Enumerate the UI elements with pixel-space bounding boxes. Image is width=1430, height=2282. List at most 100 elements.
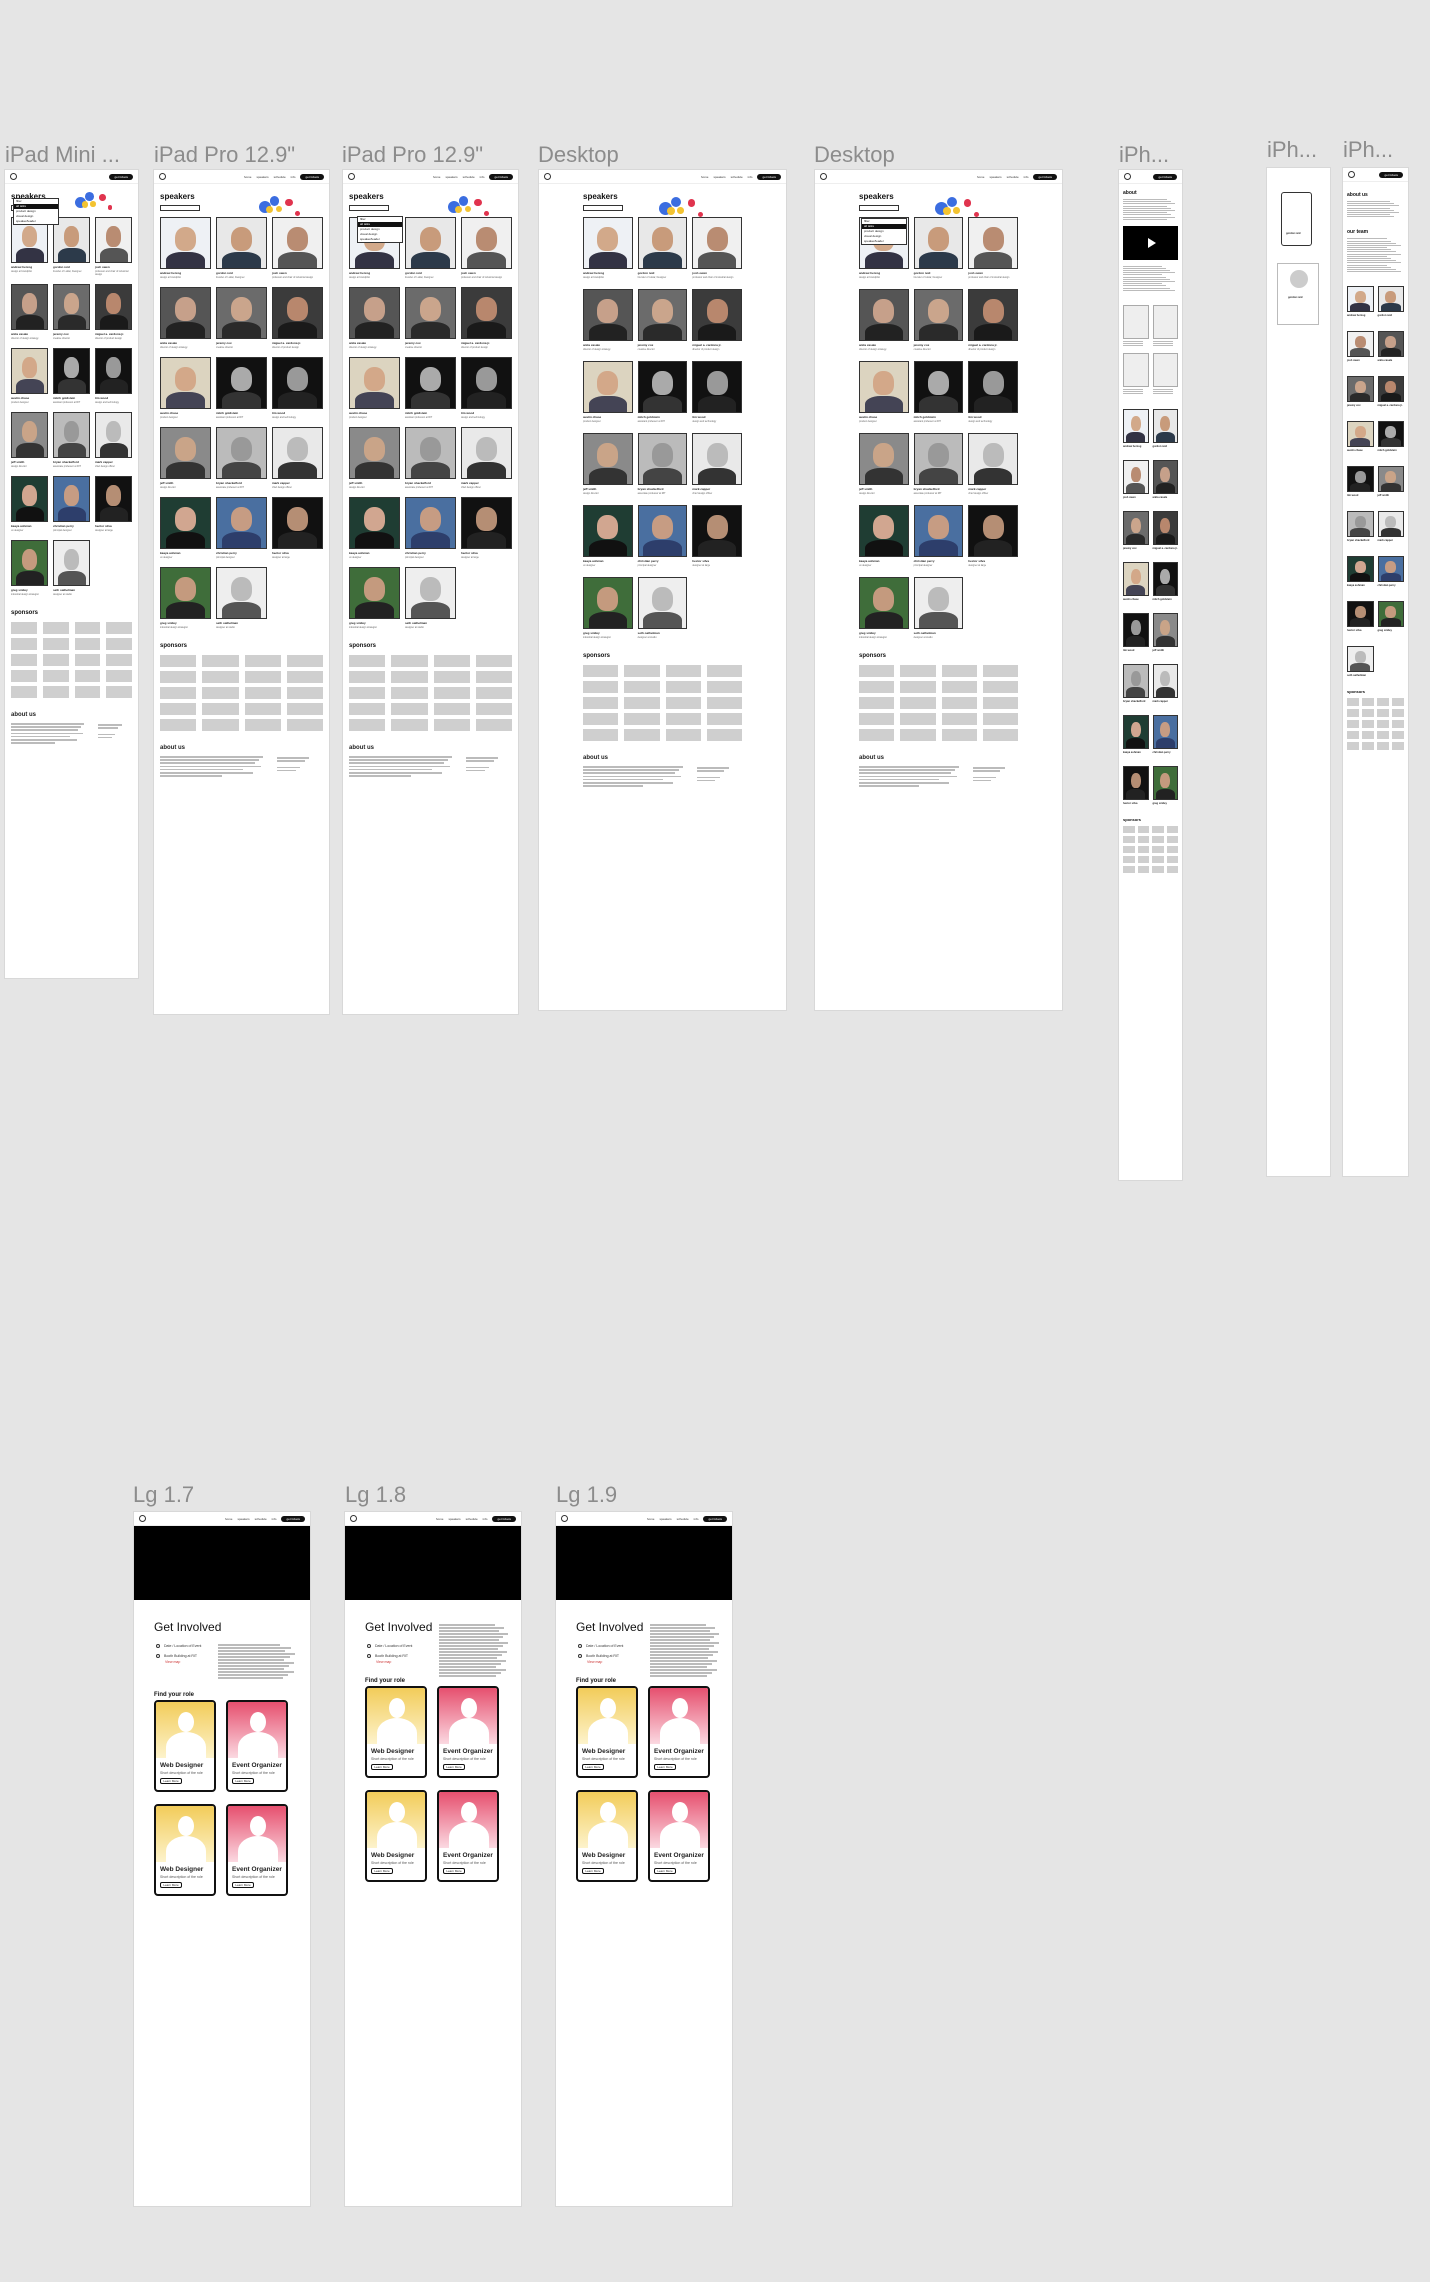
speaker-card[interactable]: greg smiley industrial design strategist bbox=[160, 567, 211, 629]
filter-select[interactable] bbox=[160, 205, 200, 211]
role-card[interactable]: Event Organizer Short description of the … bbox=[226, 1804, 288, 1896]
speaker-card[interactable]: kaaya ashman ux designer bbox=[859, 505, 909, 567]
speaker-photo[interactable] bbox=[272, 287, 323, 339]
speaker-photo[interactable] bbox=[53, 348, 90, 394]
sponsor-logo-placeholder[interactable] bbox=[202, 719, 239, 731]
speaker-photo[interactable] bbox=[913, 505, 964, 557]
speaker-card[interactable]: christian perry bbox=[1377, 556, 1404, 587]
speaker-card[interactable]: seth oathelman bbox=[1347, 646, 1374, 677]
speaker-card[interactable]: seth oathelman designer at studio bbox=[405, 567, 456, 629]
get-tickets-button[interactable]: get tickets bbox=[1033, 173, 1057, 180]
sponsor-logo-placeholder[interactable] bbox=[1362, 731, 1374, 740]
speaker-card[interactable]: seth oathelman designer at studio bbox=[637, 577, 688, 639]
sponsor-logo-placeholder[interactable] bbox=[106, 638, 132, 650]
speaker-card[interactable]: greg smiley industrial design strategist bbox=[859, 577, 909, 639]
speaker-photo[interactable] bbox=[583, 433, 633, 485]
nav-link-speakers[interactable]: speakers bbox=[989, 175, 1001, 179]
speaker-photo[interactable] bbox=[95, 348, 132, 394]
speaker-photo[interactable] bbox=[859, 361, 909, 413]
speaker-placeholder-card[interactable] bbox=[1152, 352, 1178, 395]
sponsor-logo-placeholder[interactable] bbox=[1362, 698, 1374, 707]
sponsor-logo-placeholder[interactable] bbox=[1166, 835, 1178, 843]
sponsor-logo-placeholder[interactable] bbox=[706, 729, 742, 741]
speaker-card[interactable]: miguel a. cardona jr. bbox=[1152, 510, 1178, 550]
speaker-photo[interactable] bbox=[1347, 466, 1374, 493]
sponsor-logo-placeholder[interactable] bbox=[859, 713, 895, 725]
sponsor-logo-placeholder[interactable] bbox=[859, 729, 895, 741]
speaker-card[interactable]: mark capper chief design officer bbox=[968, 433, 1018, 495]
speaker-photo[interactable] bbox=[216, 287, 267, 339]
speaker-card[interactable]: tim wood design and technology bbox=[95, 348, 132, 404]
speaker-photo[interactable] bbox=[913, 217, 964, 269]
sponsor-logo-placeholder[interactable] bbox=[160, 671, 197, 683]
logo-icon[interactable] bbox=[1348, 171, 1355, 178]
sponsor-logo-placeholder[interactable] bbox=[106, 622, 132, 634]
sponsor-logo-placeholder[interactable] bbox=[859, 697, 895, 709]
speaker-card[interactable]: seth oathelman designer at studio bbox=[913, 577, 964, 639]
filter-dropdown[interactable]: filter all talks product design visual desi… bbox=[357, 216, 403, 243]
sponsor-logo-placeholder[interactable] bbox=[583, 729, 619, 741]
speaker-card[interactable]: bryan shackelford associate professor at … bbox=[913, 433, 964, 495]
sponsor-logo-placeholder[interactable] bbox=[475, 671, 512, 683]
role-card[interactable]: Web Designer Short description of the rol… bbox=[365, 1686, 427, 1778]
speaker-photo[interactable] bbox=[637, 217, 688, 269]
speaker-card[interactable]: gordon reid bbox=[1152, 408, 1178, 448]
learn-more-button[interactable]: Learn More bbox=[654, 1868, 676, 1874]
speaker-photo[interactable] bbox=[405, 287, 456, 339]
nav-link-home[interactable]: home bbox=[977, 175, 985, 179]
filter-option[interactable]: speaker/leader bbox=[862, 239, 906, 244]
logo-icon[interactable] bbox=[561, 1515, 568, 1522]
speaker-photo[interactable] bbox=[95, 284, 132, 330]
speaker-photo[interactable] bbox=[11, 540, 48, 586]
filter-select[interactable] bbox=[349, 205, 389, 211]
speaker-photo[interactable] bbox=[216, 497, 267, 549]
speaker-card[interactable]: jeff smith design director bbox=[349, 427, 400, 489]
sponsor-logo-placeholder[interactable] bbox=[706, 713, 742, 725]
speaker-card[interactable]: mitch goldstein assistant professor at RI… bbox=[913, 361, 964, 423]
speaker-card[interactable]: greg smiley bbox=[1152, 765, 1178, 805]
sponsor-logo-placeholder[interactable] bbox=[859, 665, 895, 677]
speaker-card[interactable]: greg smiley industrial design strategist bbox=[11, 540, 48, 596]
sponsor-logo-placeholder[interactable] bbox=[1377, 731, 1389, 740]
sponsor-logo-placeholder[interactable] bbox=[1123, 865, 1135, 873]
sponsor-logo-placeholder[interactable] bbox=[1137, 865, 1149, 873]
sponsor-logo-placeholder[interactable] bbox=[11, 654, 37, 666]
speaker-photo[interactable] bbox=[692, 289, 742, 341]
speaker-photo[interactable] bbox=[1347, 376, 1374, 403]
speaker-photo[interactable] bbox=[216, 427, 267, 479]
sponsor-logo-placeholder[interactable] bbox=[349, 655, 386, 667]
speaker-placeholder-card[interactable] bbox=[1152, 304, 1178, 347]
sponsor-logo-placeholder[interactable] bbox=[391, 719, 428, 731]
sponsor-logo-placeholder[interactable] bbox=[665, 713, 701, 725]
nav-link-home[interactable]: home bbox=[701, 175, 709, 179]
logo-icon[interactable] bbox=[159, 173, 166, 180]
speaker-card[interactable]: jeremy cox creative director bbox=[913, 289, 964, 351]
nav-link-speakers[interactable]: speakers bbox=[256, 175, 268, 179]
speaker-photo[interactable] bbox=[583, 577, 633, 629]
role-card[interactable]: Event Organizer Short description of the … bbox=[437, 1686, 499, 1778]
sponsor-logo-placeholder[interactable] bbox=[1362, 720, 1374, 729]
speaker-card[interactable]: jeremy cox creative director bbox=[216, 287, 267, 349]
speaker-photo[interactable] bbox=[1347, 511, 1374, 538]
speaker-card[interactable]: miguel a. cardona jr. director of product… bbox=[95, 284, 132, 340]
view-map-link[interactable]: View map bbox=[587, 1660, 602, 1664]
sponsor-logo-placeholder[interactable] bbox=[202, 655, 239, 667]
speaker-photo[interactable] bbox=[913, 289, 964, 341]
sponsor-logo-placeholder[interactable] bbox=[42, 654, 69, 666]
sponsor-logo-placeholder[interactable] bbox=[391, 655, 428, 667]
sponsor-logo-placeholder[interactable] bbox=[160, 655, 197, 667]
speaker-photo[interactable] bbox=[1123, 459, 1149, 494]
speaker-photo[interactable] bbox=[95, 476, 132, 522]
speaker-card[interactable]: mark capper bbox=[1377, 511, 1404, 542]
speaker-card[interactable]: seth oathelman designer at studio bbox=[216, 567, 267, 629]
speaker-card[interactable]: josh owen professor and chair of industri… bbox=[461, 217, 512, 279]
speaker-card[interactable]: mark capper chief design officer bbox=[272, 427, 323, 489]
speaker-card[interactable]: seth oathelman designer at studio bbox=[53, 540, 90, 596]
learn-more-button[interactable]: Learn More bbox=[232, 1882, 254, 1888]
speaker-photo[interactable] bbox=[349, 357, 400, 409]
speaker-photo[interactable] bbox=[11, 284, 48, 330]
speaker-card[interactable]: josh owen professor and chair of industri… bbox=[692, 217, 742, 279]
nav-link-home[interactable]: home bbox=[433, 175, 441, 179]
speaker-photo[interactable] bbox=[1347, 331, 1374, 358]
sponsor-logo-placeholder[interactable] bbox=[982, 665, 1018, 677]
